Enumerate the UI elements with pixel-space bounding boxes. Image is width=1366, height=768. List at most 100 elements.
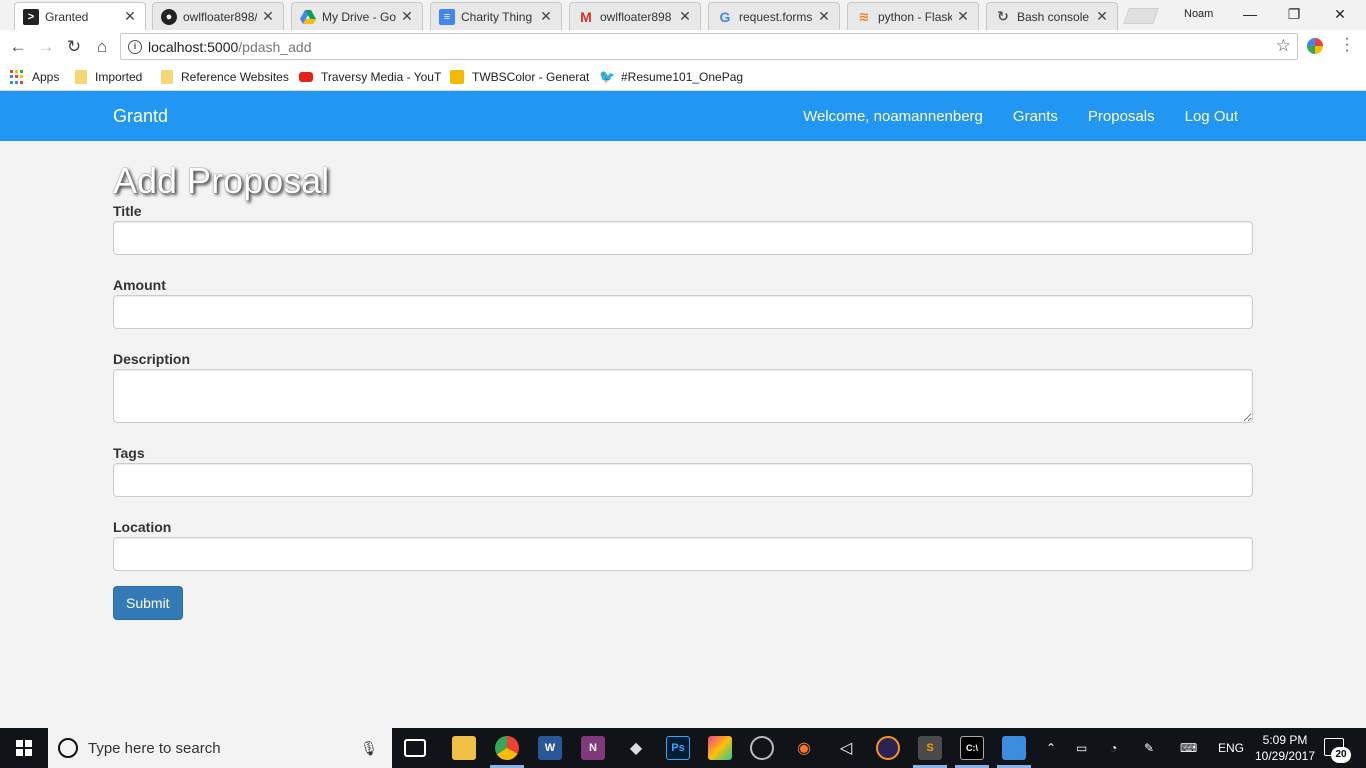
chrome-menu-icon[interactable]: · · · — [1340, 31, 1354, 59]
tab-gmail[interactable]: M owlfloater898 ✕ — [569, 2, 701, 30]
page-title: Add Proposal — [113, 160, 330, 201]
minimize-window-icon[interactable]: — — [1240, 4, 1260, 24]
bookmark-imported[interactable]: Imported — [75, 68, 142, 86]
taskbar-search-box[interactable]: Type here to search 🎙 — [48, 728, 392, 768]
tab-google-docs[interactable]: ≡ Charity Thing - ✕ — [430, 2, 562, 30]
bookmark-reference-websites[interactable]: Reference Websites — [161, 68, 289, 86]
clock-time: 5:09 PM — [1262, 733, 1308, 747]
tab-google-drive[interactable]: My Drive - Goo ✕ — [291, 2, 423, 30]
tab-title: request.forms. — [739, 9, 813, 24]
onenote-icon[interactable]: N — [581, 736, 605, 760]
url-text[interactable]: localhost:5000/pdash_add — [148, 39, 311, 55]
tab-google-search[interactable]: G request.forms. ✕ — [708, 2, 840, 30]
bookmark-resume101[interactable]: 🐦 #Resume101_OnePag — [599, 68, 743, 86]
title-input[interactable] — [113, 221, 1253, 255]
close-window-icon[interactable]: ✕ — [1330, 4, 1350, 24]
github-favicon-icon: ● — [161, 8, 177, 25]
back-arrow-icon[interactable]: ← — [7, 36, 29, 58]
chrome-icon[interactable] — [495, 736, 519, 760]
tab-granted[interactable]: > Granted ✕ — [14, 2, 146, 30]
bookmark-apps[interactable]: Apps — [10, 68, 59, 86]
folder-icon — [161, 70, 173, 84]
profile-name[interactable]: Noam — [1184, 8, 1213, 20]
taskbar-clock[interactable]: 5:09 PM 10/29/2017 — [1250, 732, 1320, 764]
inkscape-icon[interactable]: ◆ — [624, 736, 648, 760]
tags-input[interactable] — [113, 463, 1253, 497]
home-icon[interactable]: ⌂ — [91, 36, 113, 58]
apps-grid-icon — [10, 70, 24, 84]
nav-grants[interactable]: Grants — [1013, 108, 1058, 125]
nav-welcome[interactable]: Welcome, noamannenberg — [803, 108, 983, 125]
ubuntu-icon[interactable] — [750, 736, 774, 760]
tab-github[interactable]: ● owlfloater898/ ✕ — [152, 2, 284, 30]
close-tab-icon[interactable]: ✕ — [261, 8, 275, 25]
restore-window-icon[interactable]: ❐ — [1284, 4, 1304, 24]
microphone-icon[interactable]: 🎙 — [360, 740, 378, 757]
tab-bash-console[interactable]: ↻ Bash console ✕ — [986, 2, 1118, 30]
sublime-text-icon[interactable]: S — [918, 736, 942, 760]
keyboard-icon[interactable]: ⌨ — [1180, 728, 1197, 768]
url-host: localhost:5000 — [148, 38, 239, 55]
bookmark-traversy-media[interactable]: Traversy Media - YouT — [299, 68, 441, 86]
affinity-icon[interactable] — [708, 736, 732, 760]
close-tab-icon[interactable]: ✕ — [123, 8, 137, 25]
amount-label: Amount — [113, 277, 166, 293]
close-tab-icon[interactable]: ✕ — [956, 8, 970, 25]
description-group: Description — [113, 349, 1253, 423]
address-bar[interactable]: i localhost:5000/pdash_add ☆ — [120, 33, 1298, 60]
location-input[interactable] — [113, 537, 1253, 571]
bookmark-label: Apps — [32, 70, 60, 84]
nav-proposals[interactable]: Proposals — [1088, 108, 1155, 125]
unity-icon[interactable]: ◁ — [834, 736, 858, 760]
description-textarea[interactable] — [113, 369, 1253, 423]
pen-icon[interactable]: ✎ — [1144, 728, 1154, 768]
input-language[interactable]: ENG — [1218, 728, 1244, 768]
browser-tab-strip: > Granted ✕ ● owlfloater898/ ✕ My Drive … — [0, 0, 1366, 30]
show-hidden-icons-icon[interactable]: ⌃ — [1046, 728, 1056, 768]
close-tab-icon[interactable]: ✕ — [1095, 8, 1109, 25]
blender-icon[interactable]: ◉ — [792, 736, 816, 760]
bookmark-label: Traversy Media - YouT — [321, 70, 442, 84]
reload-icon[interactable]: ↻ — [63, 36, 85, 58]
bookmark-label: Reference Websites — [181, 70, 289, 84]
file-explorer-icon[interactable] — [452, 736, 476, 760]
wifi-icon[interactable]: ◔ — [1110, 728, 1117, 768]
close-tab-icon[interactable]: ✕ — [400, 8, 414, 25]
close-tab-icon[interactable]: ✕ — [678, 8, 692, 25]
bookmark-label: Imported — [95, 70, 143, 84]
tab-title: python - Flask — [878, 9, 952, 24]
bookmarks-bar: Apps Imported Reference Websites Travers… — [0, 64, 1366, 91]
browser-toolbar: ← → ↻ ⌂ i localhost:5000/pdash_add ☆ — [0, 30, 1366, 64]
twitter-icon: 🐦 — [599, 69, 616, 84]
color-picker-extension-icon[interactable] — [1307, 38, 1323, 54]
site-navbar: Grantd Welcome, noamannenberg Grants Pro… — [0, 91, 1366, 141]
youtube-icon — [299, 72, 313, 82]
close-tab-icon[interactable]: ✕ — [817, 8, 831, 25]
tags-label: Tags — [113, 445, 145, 461]
start-button[interactable] — [0, 728, 48, 768]
close-tab-icon[interactable]: ✕ — [539, 8, 553, 25]
word-icon[interactable]: W — [538, 736, 562, 760]
battery-icon[interactable]: ▭ — [1076, 728, 1087, 768]
bookmark-star-icon[interactable]: ☆ — [1276, 36, 1291, 56]
cmd-icon[interactable]: C:\ — [960, 736, 984, 760]
amount-group: Amount — [113, 275, 1253, 329]
tab-stackoverflow[interactable]: ≋ python - Flask ✕ — [847, 2, 979, 30]
tab-title: My Drive - Goo — [322, 9, 396, 24]
submit-button[interactable]: Submit — [113, 586, 183, 620]
location-label: Location — [113, 519, 172, 535]
tab-title: owlfloater898 — [600, 9, 672, 24]
eclipse-icon[interactable] — [876, 736, 900, 760]
photoshop-icon[interactable]: Ps — [666, 736, 690, 760]
bookmark-twbscolor[interactable]: TWBSColor - Generat — [450, 68, 589, 86]
tab-title: Bash console — [1017, 9, 1090, 24]
tab-title: owlfloater898/ — [183, 9, 257, 24]
site-brand[interactable]: Grantd — [113, 106, 168, 127]
new-tab-button[interactable] — [1123, 8, 1159, 24]
task-view-icon[interactable] — [404, 739, 426, 757]
nav-logout[interactable]: Log Out — [1185, 108, 1238, 125]
control-panel-icon[interactable] — [1002, 736, 1026, 760]
amount-input[interactable] — [113, 295, 1253, 329]
forward-arrow-icon[interactable]: → — [35, 36, 57, 58]
site-info-icon[interactable]: i — [128, 39, 142, 54]
